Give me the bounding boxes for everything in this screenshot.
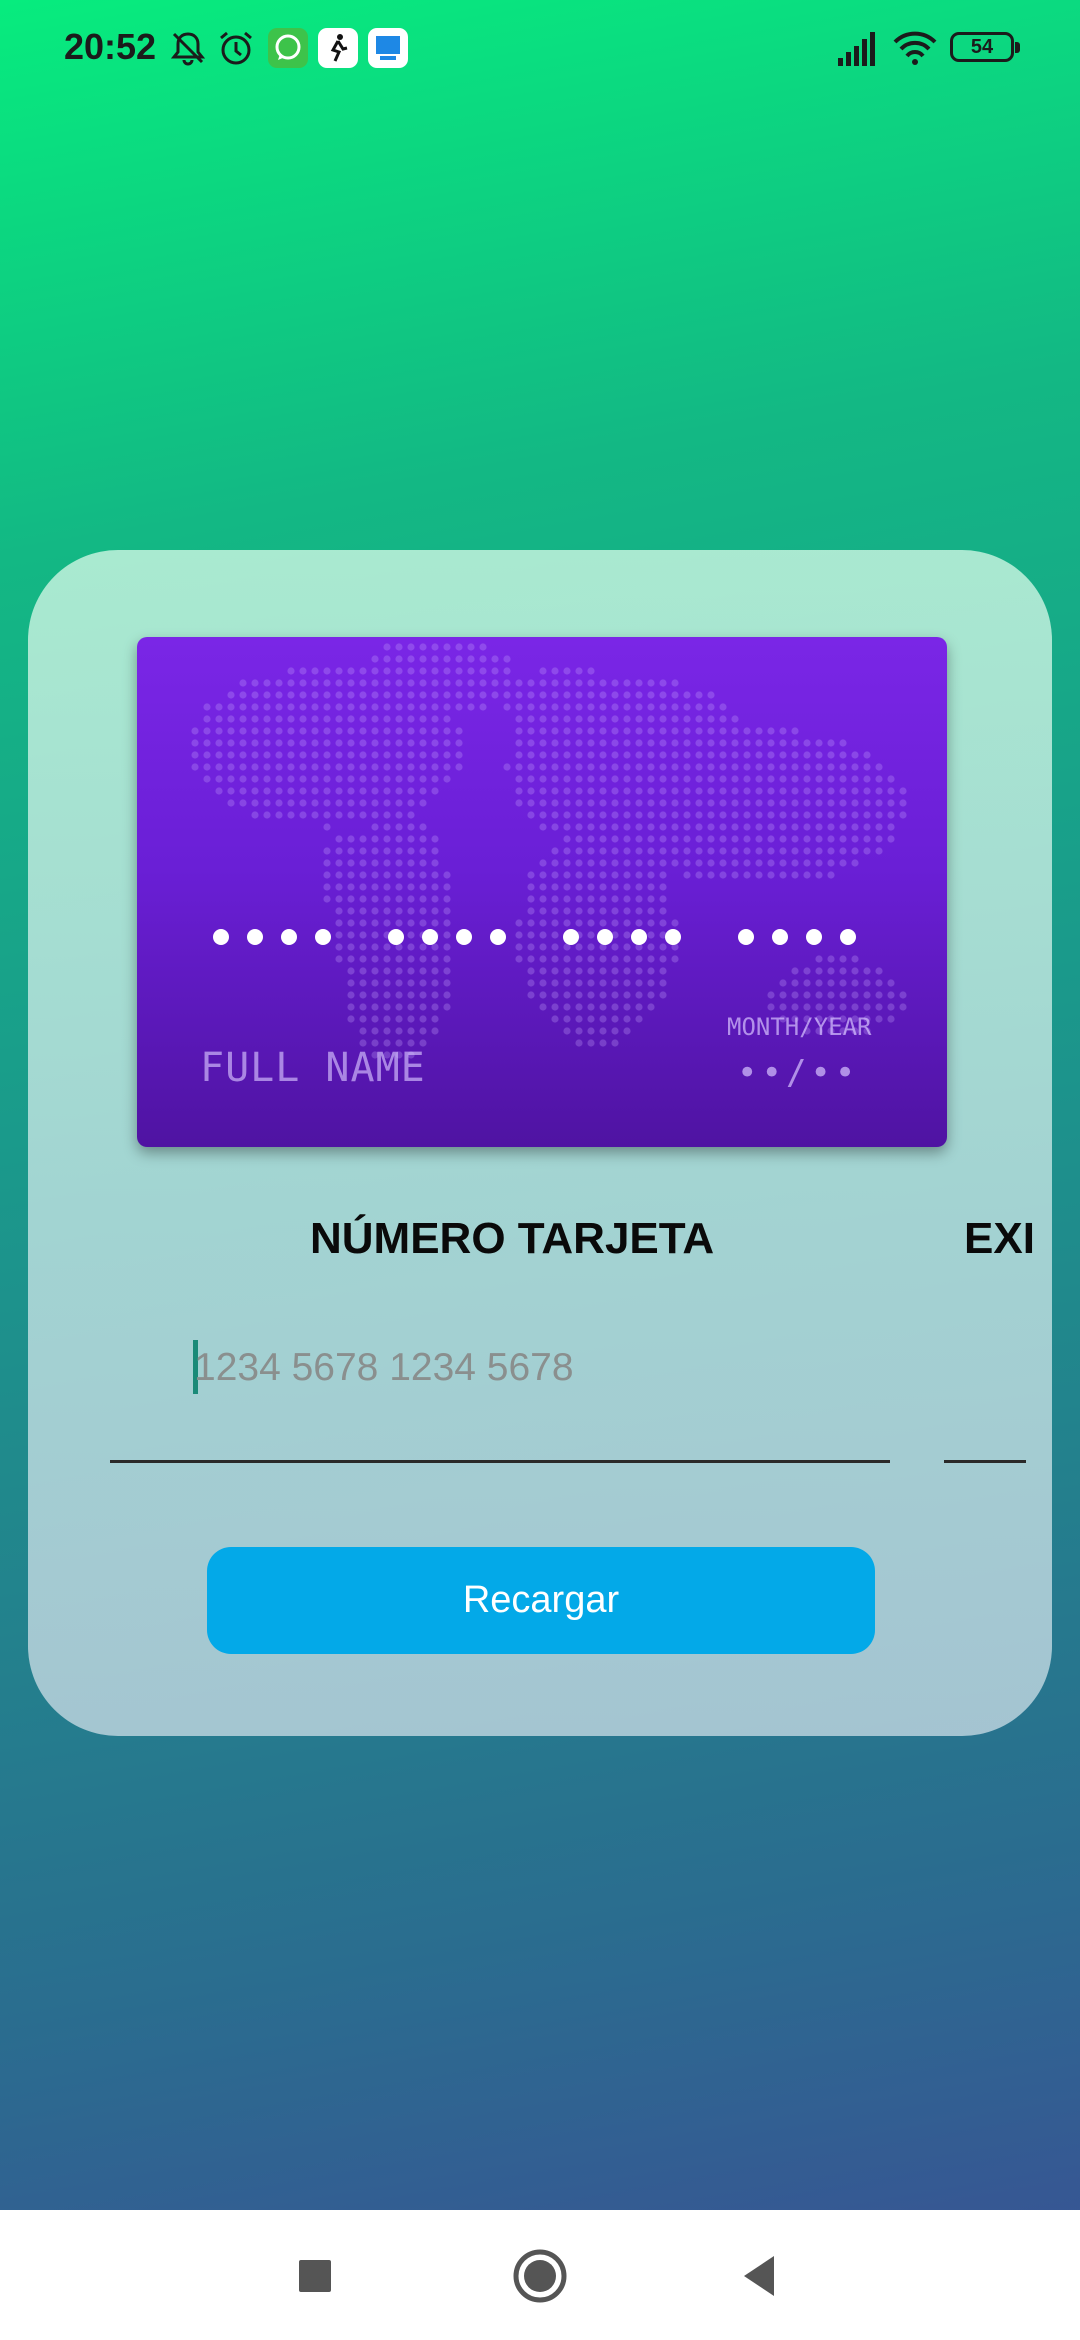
battery-icon: 54 [950,32,1020,62]
home-icon[interactable] [510,2246,570,2306]
card-number-dot [597,929,613,945]
signal-icon [838,32,875,66]
card-number-dot [422,929,438,945]
recents-icon[interactable] [285,2246,345,2306]
card-number-dot [772,929,788,945]
card-holder-name: FULL NAME [200,1045,426,1091]
card-number-dot [631,929,647,945]
back-icon[interactable] [730,2246,790,2306]
card-number-dot [563,929,579,945]
status-time: 20:52 [64,26,157,67]
card-number-dot [213,929,229,945]
navigation-bar [0,2210,1080,2340]
card-number-dot [840,929,856,945]
card-number-dot [281,929,297,945]
card-number-dot [738,929,754,945]
wifi-icon [893,31,937,65]
card-number-dot [388,929,404,945]
alarm-icon [220,31,252,65]
bell-muted-icon [170,32,206,66]
card-number-dot [490,929,506,945]
card-number-dot [315,929,331,945]
card-number-underline [110,1460,890,1463]
status-bar: 20:52 54 [0,0,1080,96]
credit-card-preview: FULL NAME MONTH/YEAR ••/•• [137,637,947,1147]
card-number-dot [665,929,681,945]
expiry-input[interactable] [944,1460,1026,1463]
app-icon-blue [368,28,408,68]
card-number-dot [456,929,472,945]
card-number-dot [247,929,263,945]
expiry-label: EXI [964,1214,1035,1263]
battery-level: 54 [970,36,994,58]
card-number-dot [806,929,822,945]
reload-button[interactable]: Recargar [207,1547,875,1654]
app-icon-runner [318,28,358,68]
card-expiry-mask: ••/•• [737,1053,860,1093]
card-number-label: NÚMERO TARJETA [310,1214,715,1263]
card-expiry-label: MONTH/YEAR [727,1013,872,1041]
whatsapp-icon [268,28,308,68]
card-number-mask [213,929,856,945]
card-number-input[interactable] [194,1336,874,1400]
